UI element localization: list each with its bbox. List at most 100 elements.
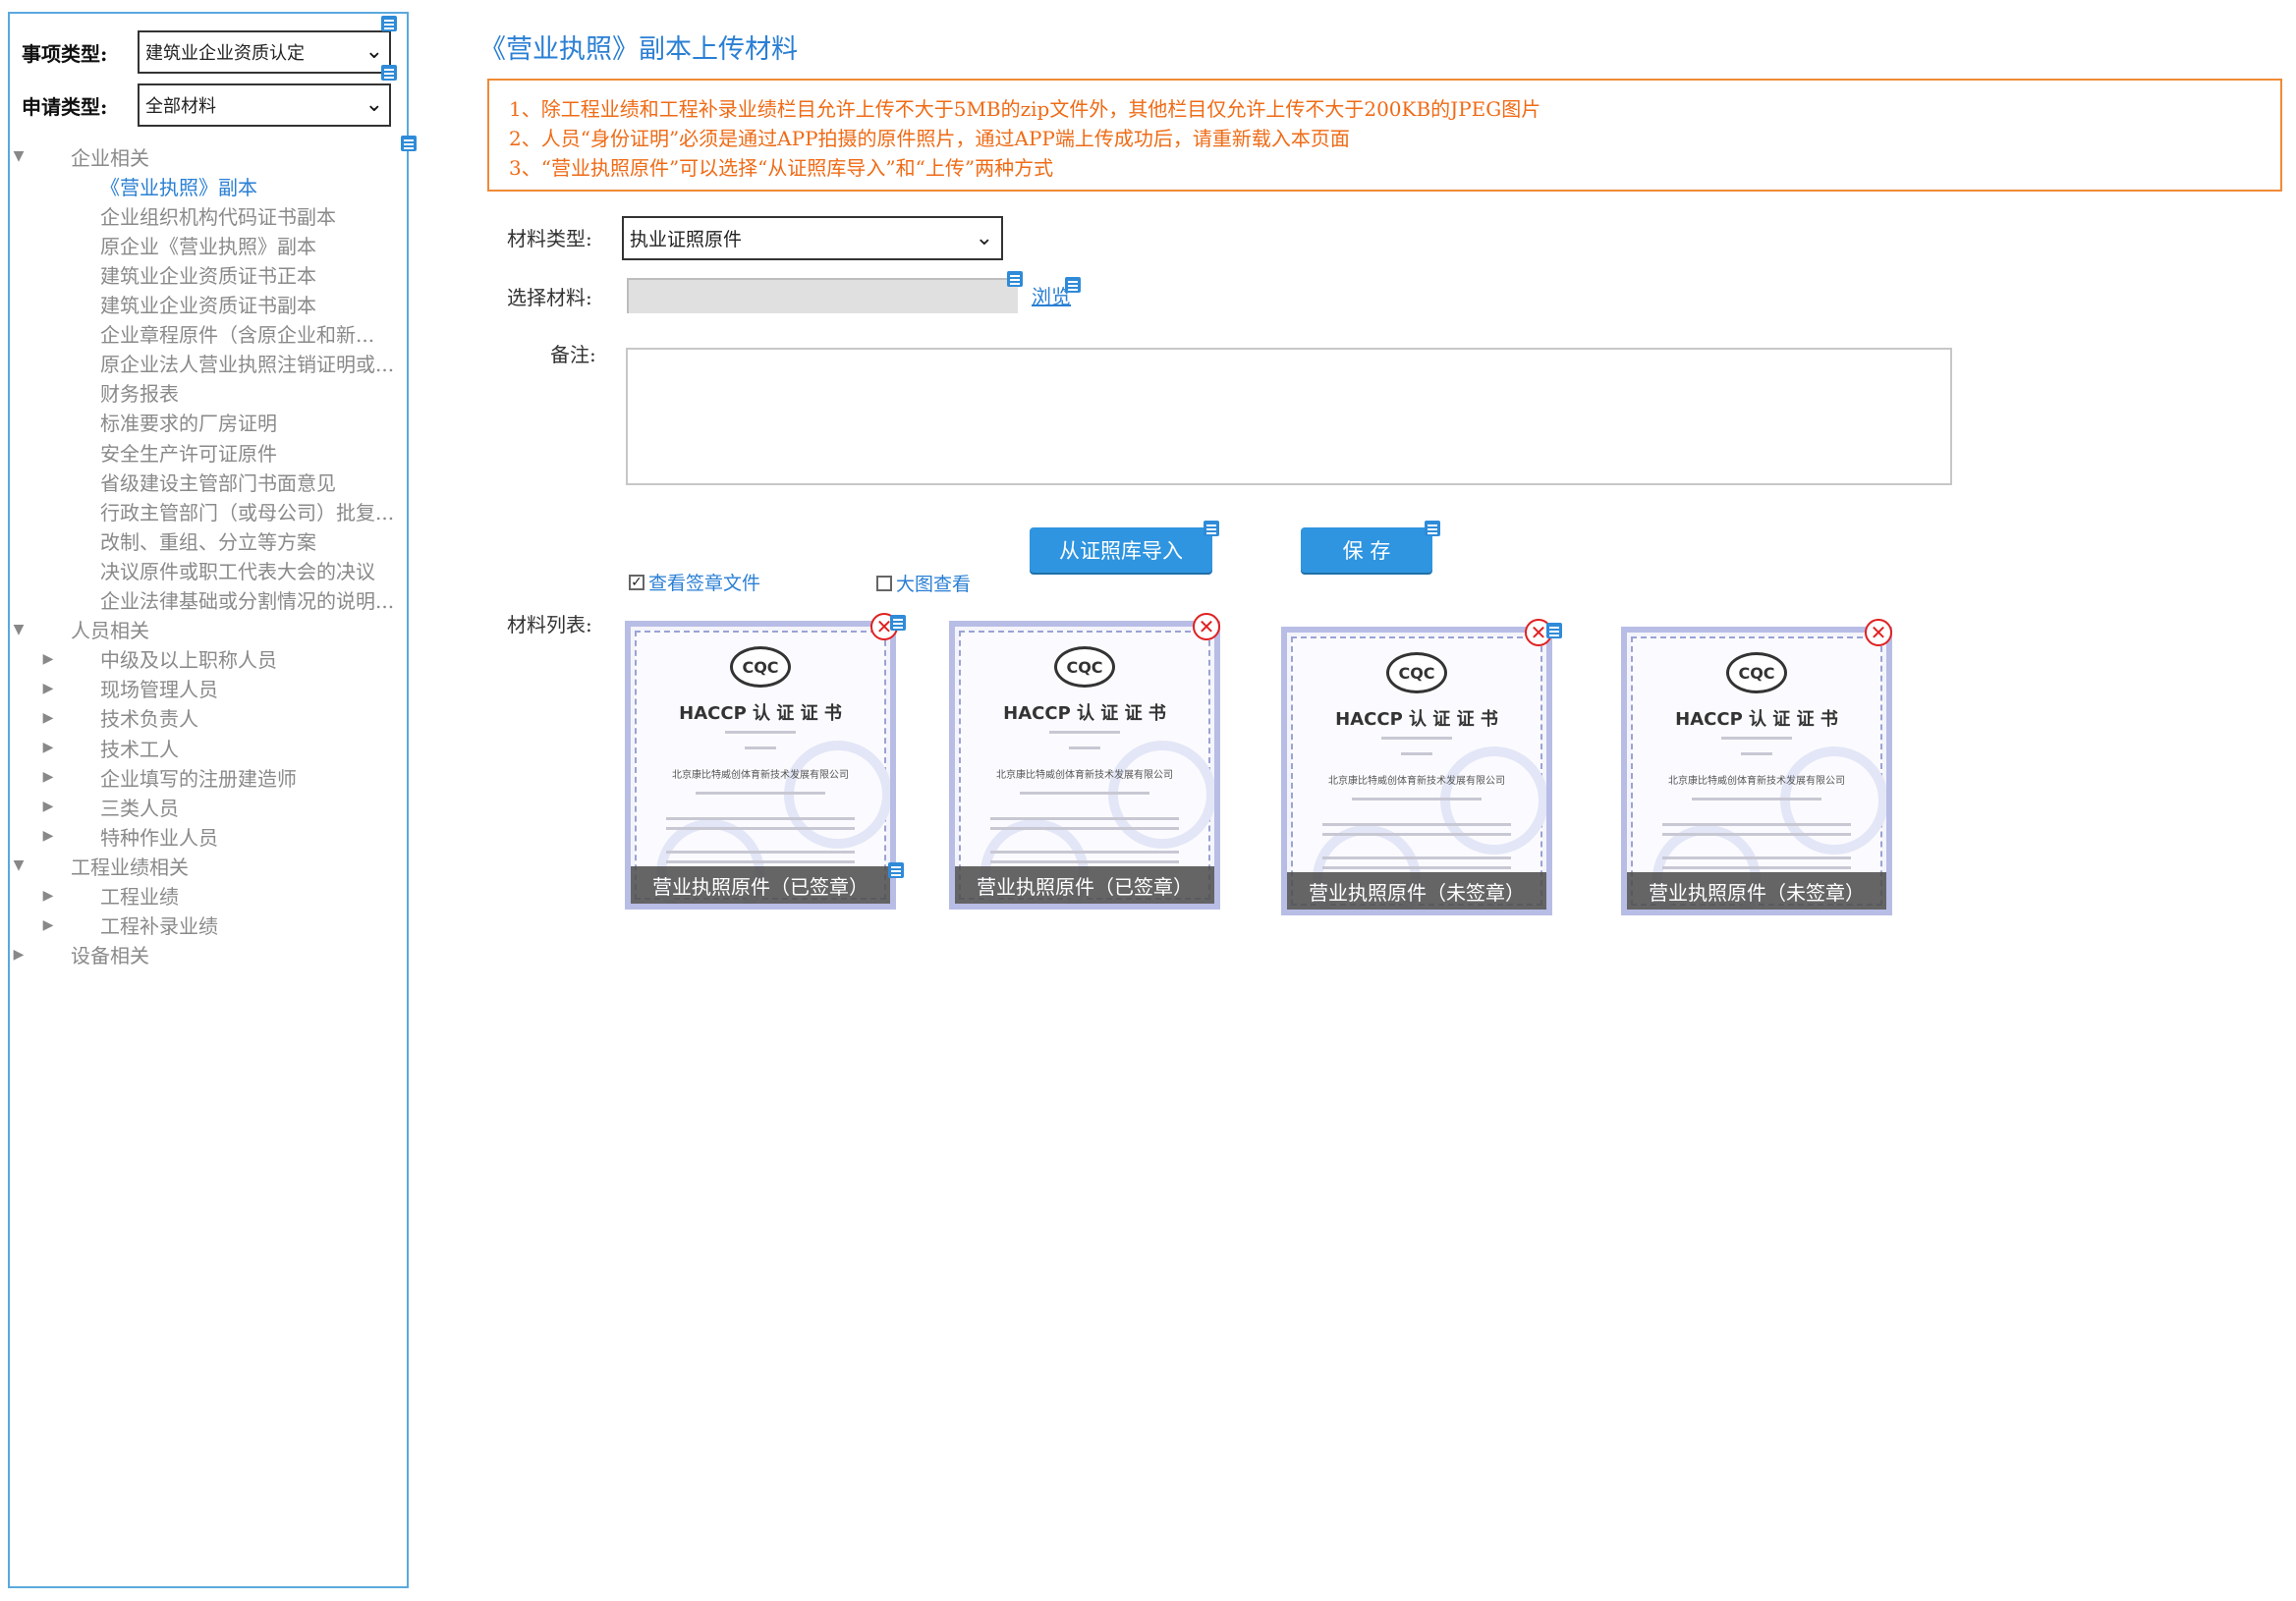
tree-item[interactable]: ▶ 特种作业人员 [10,821,218,851]
material-type-select[interactable]: 执业证照原件 ⌄ [622,216,1003,260]
certificate-title: HACCP 认 证 证 书 [1003,703,1166,724]
text-line [1721,737,1792,740]
caret-right-icon[interactable]: ▶ [41,681,55,696]
thumbnail-caption: 营业执照原件（未签章） [1627,872,1886,910]
note-icon[interactable] [888,862,904,878]
tree-item[interactable]: ▶ 三类人员 [10,792,179,821]
tree-item[interactable]: 财务报表 [10,378,179,408]
tree-item[interactable]: 原企业《营业执照》副本 [10,230,316,259]
tree-group[interactable]: ▼ 人员相关 [10,615,149,644]
tree-item-label: 现场管理人员 [100,678,218,702]
tree-item-label: 工程补录业绩 [100,914,218,939]
save-button[interactable]: 保 存 [1301,527,1432,573]
notice-line: 2、人员“身份证明”必须是通过APP拍摄的原件照片，通过APP端上传成功后，请重… [509,127,1350,150]
caret-down-icon[interactable]: ▼ [12,148,26,164]
tree-item[interactable]: 行政主管部门（或母公司）批复... [10,496,394,525]
tree-item[interactable]: 安全生产许可证原件 [10,437,277,467]
caret-down-icon[interactable]: ▼ [12,622,26,637]
certificate-title: HACCP 认 证 证 书 [1335,709,1498,730]
tree-item[interactable]: ▶ 工程业绩 [10,881,179,911]
note-icon[interactable] [1204,521,1219,536]
text-line [666,851,855,854]
tree-item-label: 特种作业人员 [100,825,218,850]
material-thumbnail[interactable]: CQC HACCP 认 证 证 书北京康比特威创体育新技术发展有限公司 营业执照原件… [949,621,1220,910]
caret-right-icon[interactable]: ▶ [41,828,55,844]
caret-right-icon[interactable]: ▶ [12,947,26,963]
caret-right-icon[interactable]: ▶ [41,651,55,667]
material-thumbnail[interactable]: CQC HACCP 认 证 证 书北京康比特威创体育新技术发展有限公司 营业执照原件… [1621,627,1892,915]
tree-group[interactable]: ▼ 企业相关 [10,141,149,171]
tree-item[interactable]: 企业章程原件（含原企业和新... [10,319,374,349]
tree-item[interactable]: 企业组织机构代码证书副本 [10,200,336,230]
material-thumbnail[interactable]: CQC HACCP 认 证 证 书北京康比特威创体育新技术发展有限公司 营业执照原件… [1281,627,1552,915]
tree-item[interactable]: ▶ 现场管理人员 [10,674,218,703]
tree-item-label: 三类人员 [100,796,179,820]
tree-item[interactable]: ▶ 技术负责人 [10,703,198,733]
delete-icon[interactable]: ✕ [1865,619,1892,646]
note-icon[interactable] [381,16,397,31]
tree-item[interactable]: ▶ 企业填写的注册建造师 [10,762,297,792]
remark-textarea[interactable] [626,348,1952,485]
tree-item[interactable]: 原企业法人营业执照注销证明或... [10,349,394,378]
remark-label: 备注: [550,343,596,366]
tree-item[interactable]: 《营业执照》副本 [10,171,257,200]
certificate-title: HACCP 认 证 证 书 [679,703,842,724]
cqc-logo: CQC [730,646,791,688]
tree-item[interactable]: 改制、重组、分立等方案 [10,525,316,555]
view-signed-checkbox[interactable]: ✓ 查看签章文件 [629,569,760,595]
note-icon[interactable] [1546,623,1562,638]
left-panel: 事项类型: 建筑业企业资质认定 ⌄ 申请类型: 全部材料 ⌄ ▼ 企业相关 《营业执… [8,12,417,1588]
tree-group[interactable]: ▼ 工程业绩相关 [10,851,189,880]
tree-group[interactable]: ▶ 设备相关 [10,940,149,969]
certificate-image: CQC HACCP 认 证 证 书北京康比特威创体育新技术发展有限公司 [635,631,890,904]
caret-right-icon[interactable]: ▶ [41,917,55,933]
decor-swirl [1108,741,1214,849]
tree-item-label: 省级建设主管部门书面意见 [100,470,336,495]
note-icon[interactable] [1065,277,1081,293]
caret-right-icon[interactable]: ▶ [41,740,55,755]
caret-right-icon[interactable]: ▶ [41,769,55,785]
note-icon[interactable] [401,136,417,151]
caret-down-icon[interactable]: ▼ [12,857,26,873]
caret-right-icon[interactable]: ▶ [41,799,55,814]
caret-right-icon[interactable]: ▶ [41,888,55,904]
text-line [666,817,855,820]
apply-type-value: 全部材料 [145,96,216,117]
apply-type-select[interactable]: 全部材料 ⌄ [138,83,391,127]
tree-item-label: 建筑业企业资质证书正本 [100,263,316,288]
tree-item[interactable]: ▶ 中级及以上职称人员 [10,644,277,674]
page-title: 《营业执照》副本上传材料 [479,34,798,65]
tree-item-label: 决议原件或职工代表大会的决议 [100,559,375,583]
apply-type-row: 申请类型: 全部材料 ⌄ [22,83,391,127]
decor-swirl [784,741,890,849]
file-path-field[interactable] [627,278,1018,313]
certificate-company: 北京康比特威创体育新技术发展有限公司 [1668,776,1845,787]
tree-item[interactable]: 建筑业企业资质证书正本 [10,259,316,289]
tree-item-label: 财务报表 [100,382,179,407]
notice-line: 1、除工程业绩和工程补录业绩栏目允许上传不大于5MB的zip文件外，其他栏目仅允… [509,97,1541,121]
tree-item[interactable]: 标准要求的厂房证明 [10,408,277,437]
tree-item-label: 建筑业企业资质证书副本 [100,294,316,317]
large-view-checkbox[interactable]: 大图查看 [876,570,971,596]
note-icon[interactable] [381,65,397,81]
matter-type-select[interactable]: 建筑业企业资质认定 ⌄ [138,30,391,74]
certificate-image: CQC HACCP 认 证 证 书北京康比特威创体育新技术发展有限公司 [1631,636,1886,910]
import-from-library-button[interactable]: 从证照库导入 [1030,527,1212,573]
delete-icon[interactable]: ✕ [1193,613,1220,640]
tree-item[interactable]: 建筑业企业资质证书副本 [10,290,316,319]
tree-item-label: 企业组织机构代码证书副本 [100,204,336,229]
thumbnail-caption: 营业执照原件（已签章） [631,866,890,904]
tree-item[interactable]: ▶ 技术工人 [10,733,179,762]
certificate-company: 北京康比特威创体育新技术发展有限公司 [996,770,1173,781]
note-icon[interactable] [1007,271,1023,287]
tree-item[interactable]: 省级建设主管部门书面意见 [10,467,336,496]
tree-item[interactable]: 决议原件或职工代表大会的决议 [10,555,375,584]
tree-item[interactable]: 企业法律基础或分割情况的说明... [10,585,394,615]
caret-right-icon[interactable]: ▶ [41,710,55,726]
note-icon[interactable] [890,615,906,631]
material-thumbnail[interactable]: CQC HACCP 认 证 证 书北京康比特威创体育新技术发展有限公司 营业执照原件… [625,621,896,910]
tree-item[interactable]: ▶ 工程补录业绩 [10,911,218,940]
tree-item-label: 改制、重组、分立等方案 [100,529,316,554]
cqc-logo: CQC [1726,652,1787,693]
note-icon[interactable] [1425,521,1440,536]
